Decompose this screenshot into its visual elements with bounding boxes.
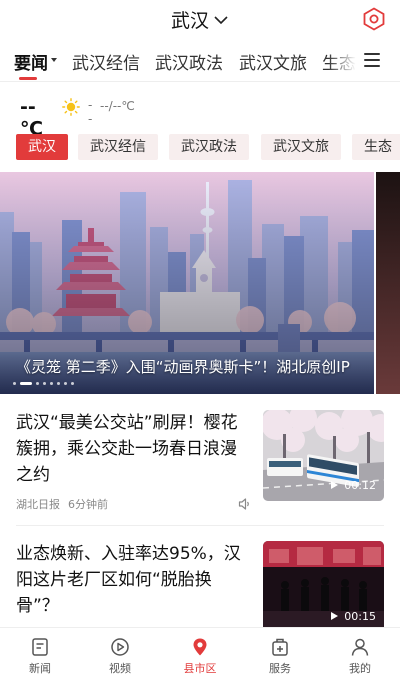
chip-shengtai[interactable]: 生态 (352, 134, 400, 160)
chip-wuhan-wenlv[interactable]: 武汉文旅 (261, 134, 341, 160)
tab-wuhan-wenlv[interactable]: 武汉文旅 (239, 49, 307, 74)
carousel-dot[interactable] (13, 382, 16, 385)
chip-wuhan-zhengfa[interactable]: 武汉政法 (169, 134, 249, 160)
bottom-navigation: 新闻 视频 县市区 服务 我的 (0, 627, 400, 681)
nav-video[interactable]: 视频 (80, 628, 160, 681)
city-selector[interactable]: 武汉 (0, 6, 400, 33)
video-play-icon (111, 638, 129, 656)
news-source: 湖北日报 (16, 498, 60, 511)
tab-wuhan-jingxin[interactable]: 武汉经信 (72, 49, 140, 74)
carousel-dot[interactable] (64, 382, 67, 385)
tabs-fade-overlay (328, 41, 356, 81)
nav-label: 新闻 (29, 662, 51, 675)
carousel-dot[interactable] (20, 382, 32, 385)
nav-label: 视频 (109, 662, 131, 675)
weather-condition: -- (88, 98, 93, 126)
video-duration-badge: 00:15 (331, 610, 376, 624)
top-header: 武汉 (0, 0, 400, 40)
nav-counties[interactable]: 县市区 (160, 628, 240, 681)
nav-label: 我的 (349, 662, 371, 675)
carousel-dot[interactable] (50, 382, 53, 385)
carousel-dot[interactable] (57, 382, 60, 385)
nav-service[interactable]: 服务 (240, 628, 320, 681)
carousel-dot[interactable] (43, 382, 46, 385)
divider (16, 525, 384, 526)
banner-title[interactable]: 《灵笼 第二季》入围“动画界奥斯卡”！湖北原创IP (16, 356, 388, 377)
tab-dropdown-caret-icon[interactable] (51, 58, 57, 62)
tab-wuhan-zhengfa[interactable]: 武汉政法 (155, 49, 223, 74)
news-meta: 湖北日报 6分钟前 (16, 496, 108, 512)
nav-me[interactable]: 我的 (320, 628, 400, 681)
nav-label: 服务 (269, 662, 291, 675)
tab-yaowen[interactable]: 要闻 (14, 49, 48, 74)
chip-wuhan[interactable]: 武汉 (16, 134, 68, 160)
news-icon (32, 638, 48, 656)
city-name: 武汉 (170, 10, 209, 32)
hamburger-menu-icon[interactable] (364, 53, 380, 67)
video-duration: 00:12 (344, 479, 376, 492)
active-tab-indicator (19, 77, 37, 80)
speaker-icon[interactable] (238, 497, 252, 511)
weather-range: --/--℃ (100, 99, 135, 113)
carousel-dot[interactable] (36, 382, 39, 385)
video-duration: 00:15 (344, 610, 376, 623)
chip-wuhan-jingxin[interactable]: 武汉经信 (78, 134, 158, 160)
location-pin-icon (193, 638, 207, 656)
news-thumbnail[interactable]: 00:15 (263, 541, 384, 632)
play-icon (331, 612, 339, 620)
user-icon (351, 638, 369, 656)
news-thumbnail[interactable]: 00:12 (263, 410, 384, 501)
play-icon (331, 481, 339, 489)
news-time: 6分钟前 (68, 498, 108, 511)
video-duration-badge: 00:12 (331, 479, 376, 493)
news-title: 业态焕新、入驻率达95%，汉阳这片老厂区如何“脱胎换骨”？ (16, 544, 241, 616)
chevron-down-icon (214, 16, 228, 25)
nav-news[interactable]: 新闻 (0, 628, 80, 681)
news-item[interactable]: 武汉“最美公交站”刷屏！樱花簇拥，乘公交赴一场春日浪漫之约 湖北日报 6分钟前 (16, 410, 384, 512)
nav-label: 县市区 (183, 662, 217, 675)
hexagon-icon[interactable] (362, 7, 386, 31)
carousel-dot[interactable] (71, 382, 74, 385)
app-screen: 武汉 要闻 武汉经信 武汉政法 武汉文旅 生态 --℃ -- --/--℃ (0, 0, 400, 681)
sun-icon (62, 98, 80, 116)
news-title: 武汉“最美公交站”刷屏！樱花簇拥，乘公交赴一场春日浪漫之约 (16, 413, 238, 485)
service-box-icon (272, 638, 288, 656)
news-item[interactable]: 业态焕新、入驻率达95%，汉阳这片老厂区如何“脱胎换骨”？ 00:15 (16, 541, 384, 632)
